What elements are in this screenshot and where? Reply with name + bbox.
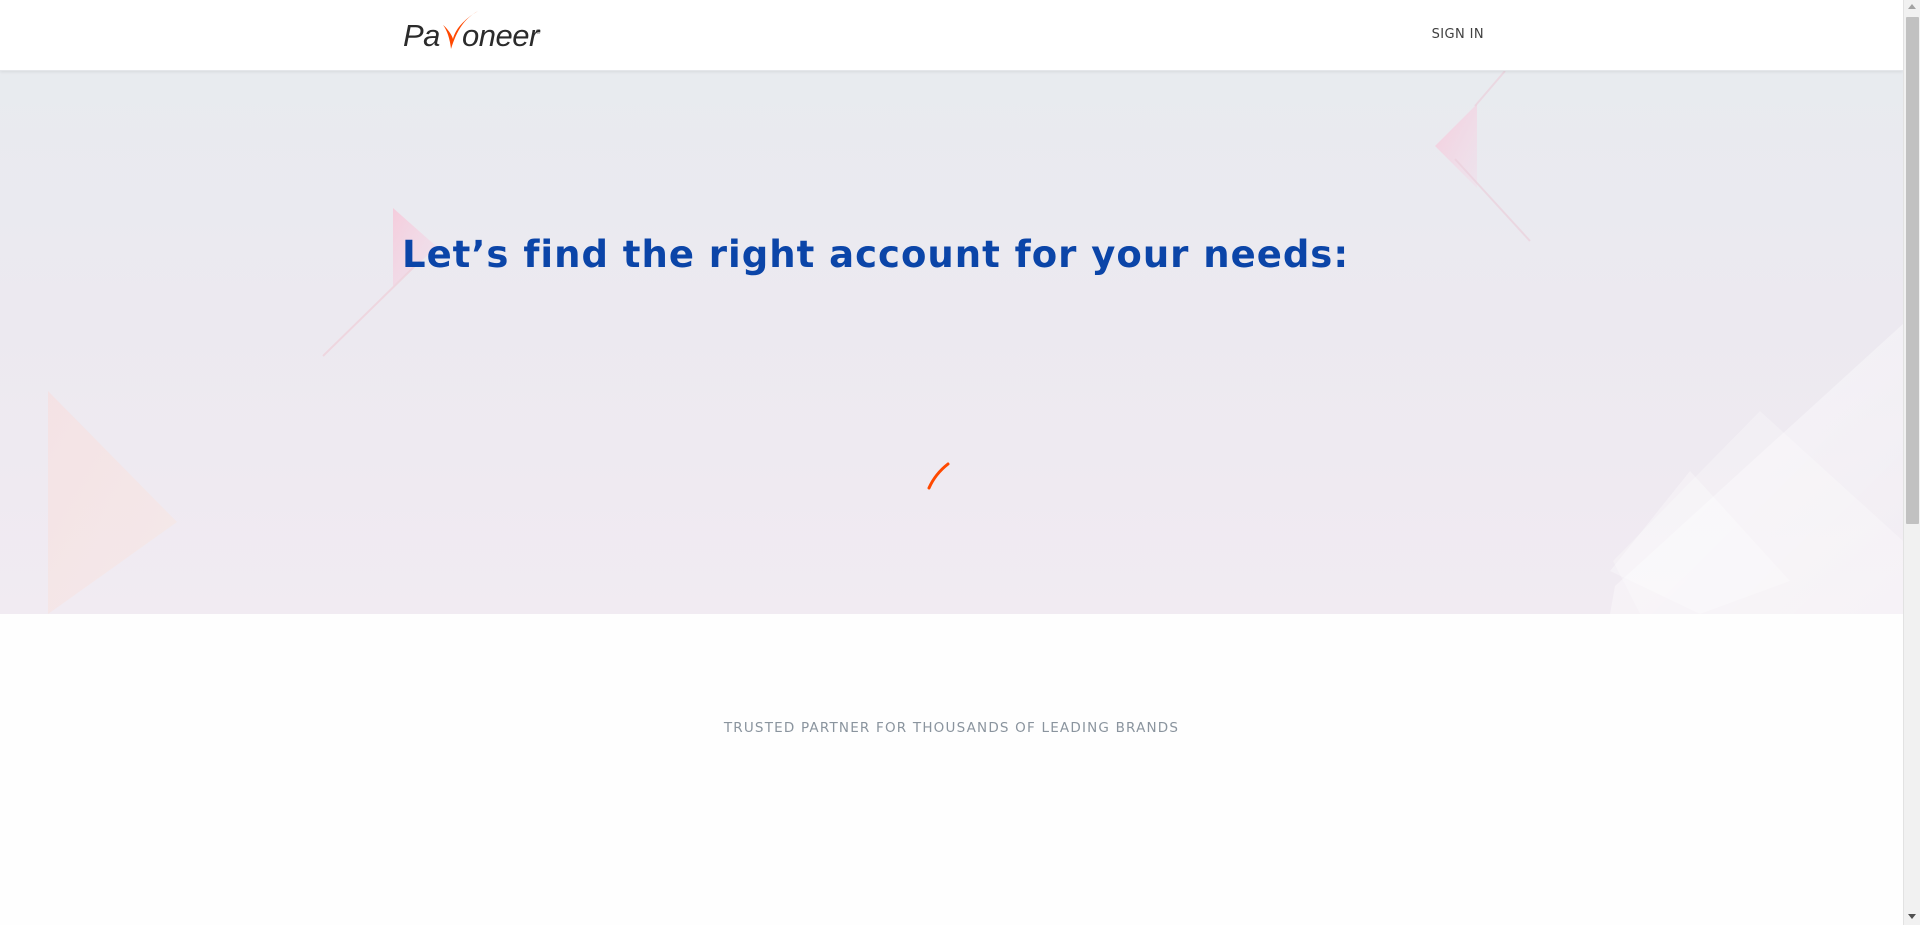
brands-section: TRUSTED PARTNER FOR THOUSANDS OF LEADING… (0, 614, 1903, 925)
scroll-up-arrow-icon[interactable] (1908, 4, 1916, 9)
logo-registered-mark: ® (536, 29, 541, 36)
hero-decorative-shapes (48, 71, 1903, 614)
logo-text-right: oneer (462, 18, 541, 53)
hero-title: Let’s find the right account for your ne… (402, 233, 1350, 276)
decor-line-right-upper (1474, 71, 1506, 107)
site-header: Pa oneer ® SIGN IN (0, 0, 1903, 71)
brands-title: TRUSTED PARTNER FOR THOUSANDS OF LEADING… (723, 720, 1180, 736)
page: Pa oneer ® SIGN IN Let’s find the right … (0, 0, 1920, 925)
logo-text-left: Pa (403, 18, 440, 53)
content-area: Pa oneer ® SIGN IN Let’s find the right … (0, 0, 1903, 925)
loading-spinner-arc (927, 462, 950, 490)
hero-section: Let’s find the right account for your ne… (0, 71, 1903, 614)
decor-line-right-lower (1454, 158, 1531, 242)
vertical-scrollbar[interactable] (1903, 0, 1920, 925)
decor-triangle-peach (48, 391, 177, 614)
payoneer-logo[interactable]: Pa oneer ® (402, 8, 544, 60)
spinner-icon (926, 457, 954, 491)
sign-in-link[interactable]: SIGN IN (1418, 24, 1484, 46)
payoneer-logo-icon: Pa oneer ® (403, 11, 541, 53)
scroll-down-arrow-icon[interactable] (1908, 914, 1916, 919)
scrollbar-thumb[interactable] (1906, 17, 1919, 524)
